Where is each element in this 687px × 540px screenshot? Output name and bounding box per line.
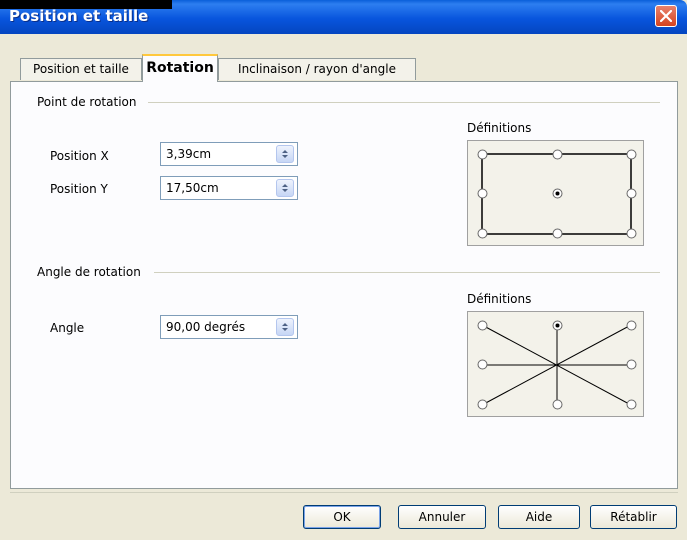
position-x-field[interactable]: 3,39cm — [160, 142, 298, 166]
pivot-radio-middle-right[interactable] — [626, 188, 637, 199]
tab-label: Rotation — [146, 60, 214, 76]
angle-direction-grid[interactable] — [467, 311, 644, 417]
pivot-position-grid[interactable] — [467, 140, 644, 246]
position-y-label-text: Position Y — [50, 182, 108, 196]
tab-label: Position et taille — [33, 62, 129, 76]
angle-radio-top-right[interactable] — [626, 320, 637, 331]
spin-arrows-icon — [282, 184, 288, 192]
angle-label-text: Angle — [50, 321, 85, 335]
position-y-spin-buttons[interactable] — [276, 179, 294, 197]
pivot-radio-bottom-center[interactable] — [552, 228, 563, 239]
help-button[interactable]: Aide — [498, 505, 580, 529]
position-x-value: 3,39cm — [166, 147, 212, 161]
position-x-spin-buttons[interactable] — [276, 145, 294, 163]
help-button-label: Aide — [525, 510, 553, 524]
position-x-label: Position X — [50, 149, 109, 163]
angle-radio-middle-left[interactable] — [477, 359, 488, 370]
pivot-radio-top-left[interactable] — [477, 149, 488, 160]
reset-button[interactable]: Rétablir — [590, 505, 677, 529]
group-separator — [154, 272, 660, 273]
group-separator — [148, 102, 660, 103]
angle-radio-bottom-right[interactable] — [626, 399, 637, 410]
pivot-definitions-label: Définitions — [467, 121, 532, 135]
tab-position-size[interactable]: Position et taille — [20, 58, 142, 80]
pivot-radio-middle-left[interactable] — [477, 188, 488, 199]
angle-radio-top-center-selected[interactable] — [552, 320, 563, 331]
reset-button-label: Rétablir — [610, 510, 657, 524]
angle-field[interactable]: 90,00 degrés — [160, 315, 298, 339]
angle-label: Angle — [50, 321, 84, 335]
spin-arrows-icon — [282, 323, 288, 331]
panel-bottom-separator — [10, 492, 678, 493]
pivot-radio-bottom-right[interactable] — [626, 228, 637, 239]
angle-spin-buttons[interactable] — [276, 318, 294, 336]
angle-group-label: Angle de rotation — [37, 265, 141, 279]
position-y-value: 17,50cm — [166, 181, 219, 195]
tab-rotation[interactable]: Rotation — [142, 54, 218, 82]
angle-radio-bottom-center[interactable] — [552, 399, 563, 410]
ok-button-label: OK — [333, 510, 351, 524]
spin-arrows-icon — [282, 150, 288, 158]
angle-radio-middle-right[interactable] — [626, 359, 637, 370]
angle-definitions-label: Définitions — [467, 292, 532, 306]
position-x-label-text: Position X — [50, 149, 109, 163]
dialog-window: Position et taille Position et taille Ro… — [0, 0, 687, 540]
position-y-label: Position Y — [50, 182, 108, 196]
pivot-radio-top-center[interactable] — [552, 149, 563, 160]
tab-slant-corner-radius[interactable]: Inclinaison / rayon d'angle — [218, 58, 416, 80]
close-icon — [660, 10, 672, 22]
close-button[interactable] — [655, 5, 677, 27]
ok-button[interactable]: OK — [303, 505, 381, 529]
pivot-radio-center-selected[interactable] — [552, 188, 563, 199]
window-title: Position et taille — [9, 7, 149, 25]
pivot-group-label: Point de rotation — [37, 95, 137, 109]
position-y-field[interactable]: 17,50cm — [160, 176, 298, 200]
angle-radio-top-left[interactable] — [477, 320, 488, 331]
cancel-button[interactable]: Annuler — [398, 505, 486, 529]
background-corner — [0, 0, 172, 9]
pivot-radio-bottom-left[interactable] — [477, 228, 488, 239]
angle-value: 90,00 degrés — [166, 320, 246, 334]
tab-label: Inclinaison / rayon d'angle — [238, 62, 396, 76]
angle-radio-bottom-left[interactable] — [477, 399, 488, 410]
cancel-button-label: Annuler — [418, 510, 466, 524]
pivot-radio-top-right[interactable] — [626, 149, 637, 160]
